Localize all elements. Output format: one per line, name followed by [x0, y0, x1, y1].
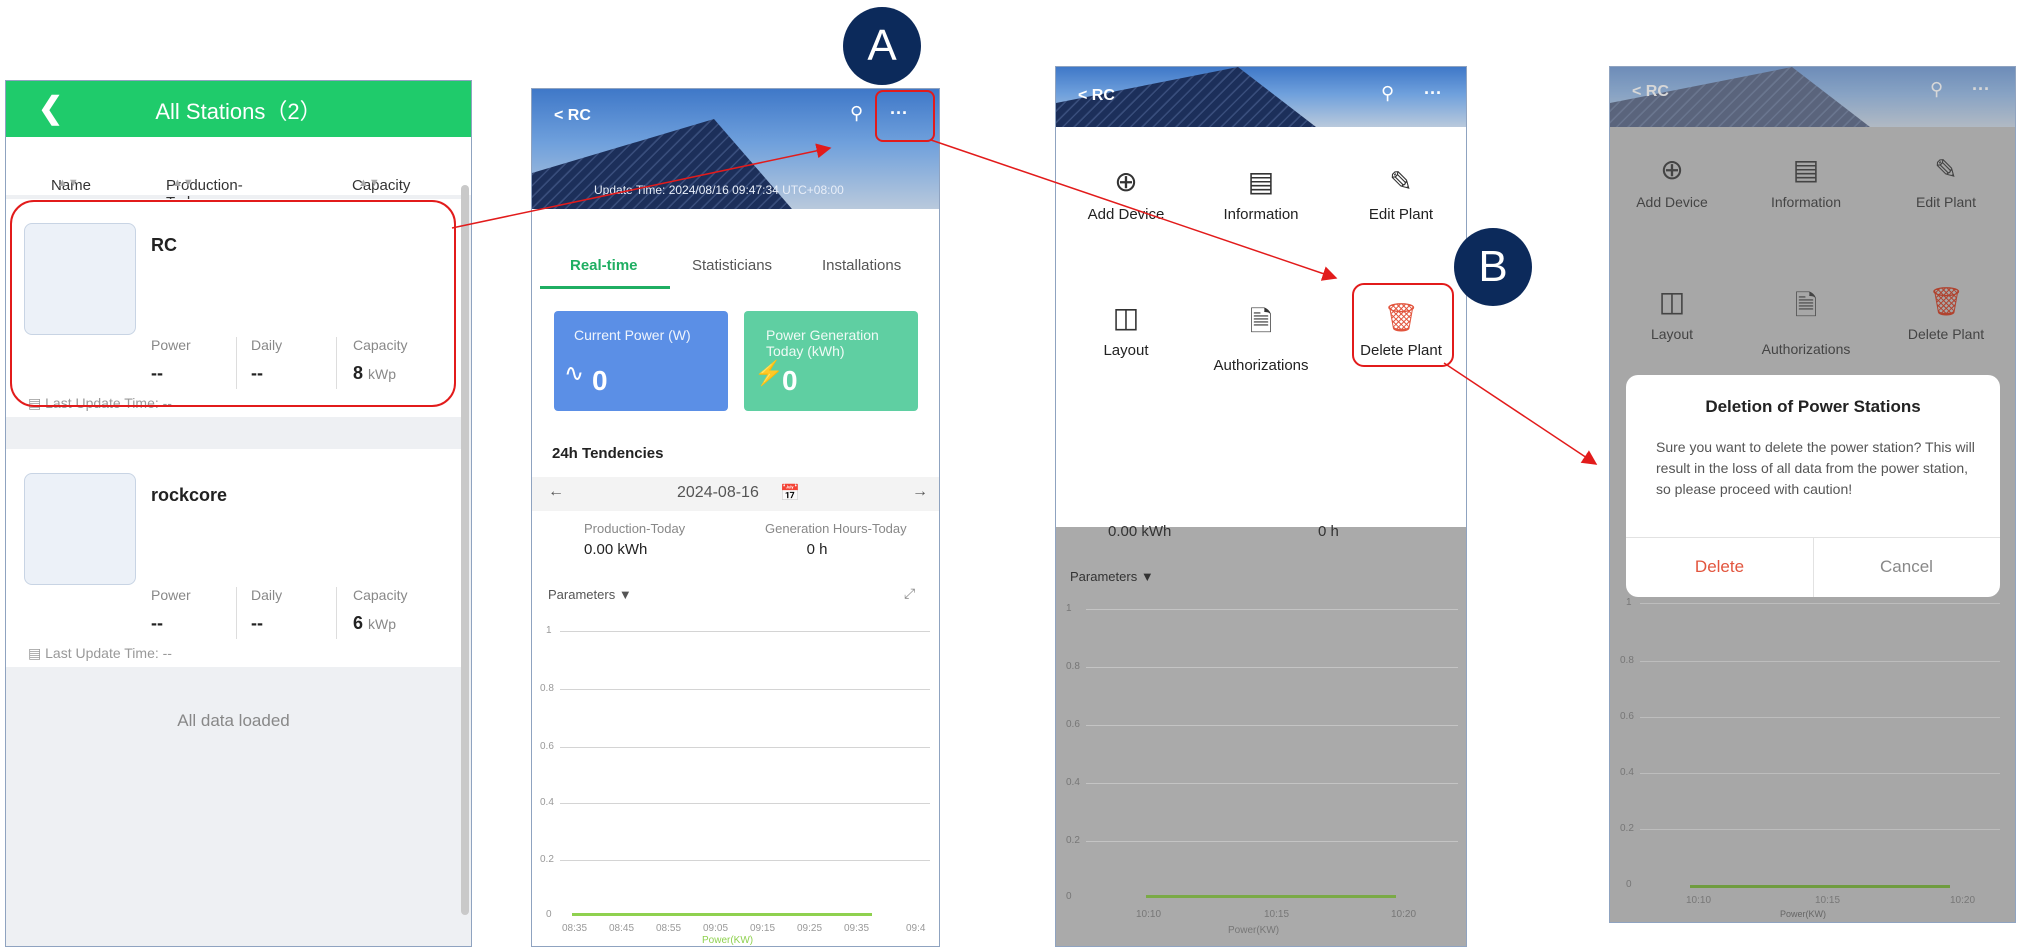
annotation-arrows — [451, 139, 1598, 465]
arrow-to-delete-plant — [930, 139, 1338, 281]
arrow-to-dialog — [1443, 362, 1598, 465]
arrow-to-more-menu — [451, 143, 832, 229]
